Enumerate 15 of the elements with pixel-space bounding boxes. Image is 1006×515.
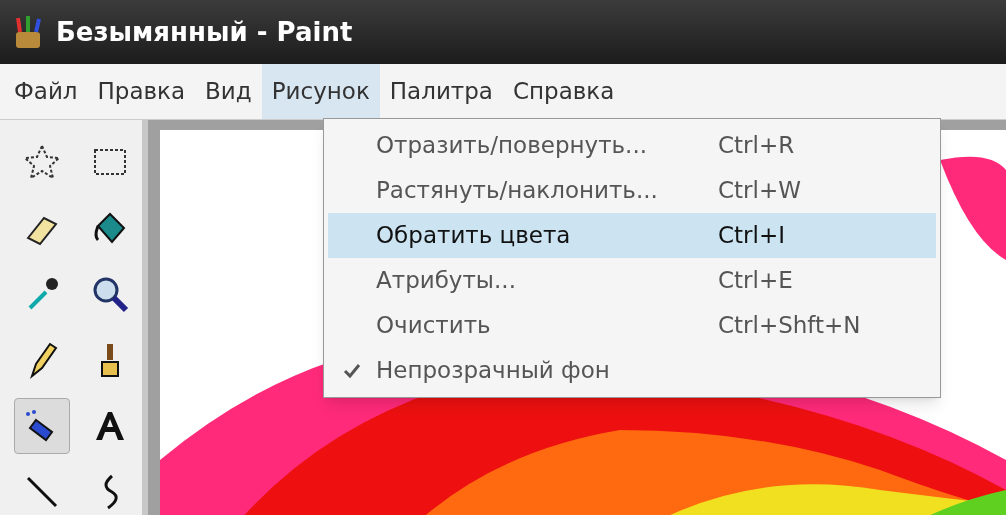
menu-option[interactable]: Атрибуты... Ctrl+E [328,258,936,303]
menu-item[interactable]: Правка [87,64,196,119]
menu-item[interactable]: Справка [502,64,625,119]
menu-item[interactable]: Вид [195,64,262,119]
menu-option[interactable]: Непрозрачный фон [328,348,936,393]
menu-item[interactable]: Палитра [379,64,503,119]
menu-option[interactable]: Отразить/повернуть... Ctrl+R [328,123,936,168]
menu-item[interactable]: Рисунок [261,64,380,119]
window-title: Безымянный - Paint [56,15,353,49]
tool-button[interactable] [14,398,70,454]
checkmark-icon [343,362,361,379]
menu-item[interactable]: Файл [4,64,88,119]
menu-option[interactable]: Очистить Ctrl+Shft+N [328,303,936,348]
menu-option[interactable]: Растянуть/наклонить... Ctrl+W [328,168,936,213]
menu-option[interactable]: Обратить цвета Ctrl+I [328,213,936,258]
